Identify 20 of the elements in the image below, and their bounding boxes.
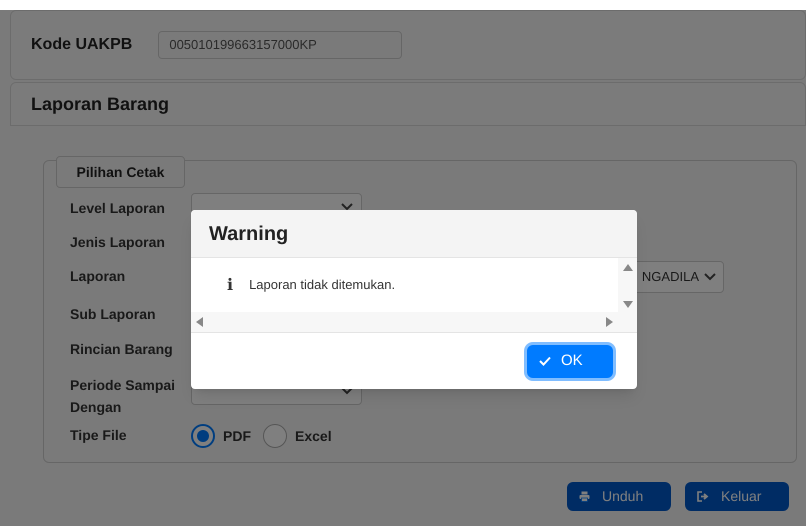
select-value: NGADILA xyxy=(642,268,699,286)
download-button[interactable]: Unduh xyxy=(567,482,671,511)
field-label: Laporan xyxy=(70,267,126,286)
dialog-message: Laporan tidak ditemukan. xyxy=(249,276,396,294)
field-label: Level Laporan xyxy=(70,199,166,218)
ok-button[interactable]: OK xyxy=(527,344,613,378)
radio-label: PDF xyxy=(223,426,251,446)
field-label: Rincian Barang xyxy=(70,340,174,359)
field-label: Periode Sampai Dengan xyxy=(70,376,176,417)
section-title: Laporan Barang xyxy=(31,92,170,116)
exit-button[interactable]: Keluar xyxy=(685,482,789,511)
uakpb-field[interactable]: 005010199663157000KP xyxy=(158,31,402,59)
fieldset-legend: Pilihan Cetak xyxy=(56,156,185,188)
field-label: Jenis Laporan xyxy=(70,233,166,252)
field-label: Tipe File xyxy=(70,426,128,445)
info-icon: i xyxy=(227,273,234,297)
uakpb-label: Kode UAKPB xyxy=(31,35,132,55)
field-label: Sub Laporan xyxy=(70,305,157,324)
dialog-title: Warning xyxy=(209,222,288,246)
radio-label: Excel xyxy=(295,426,332,446)
